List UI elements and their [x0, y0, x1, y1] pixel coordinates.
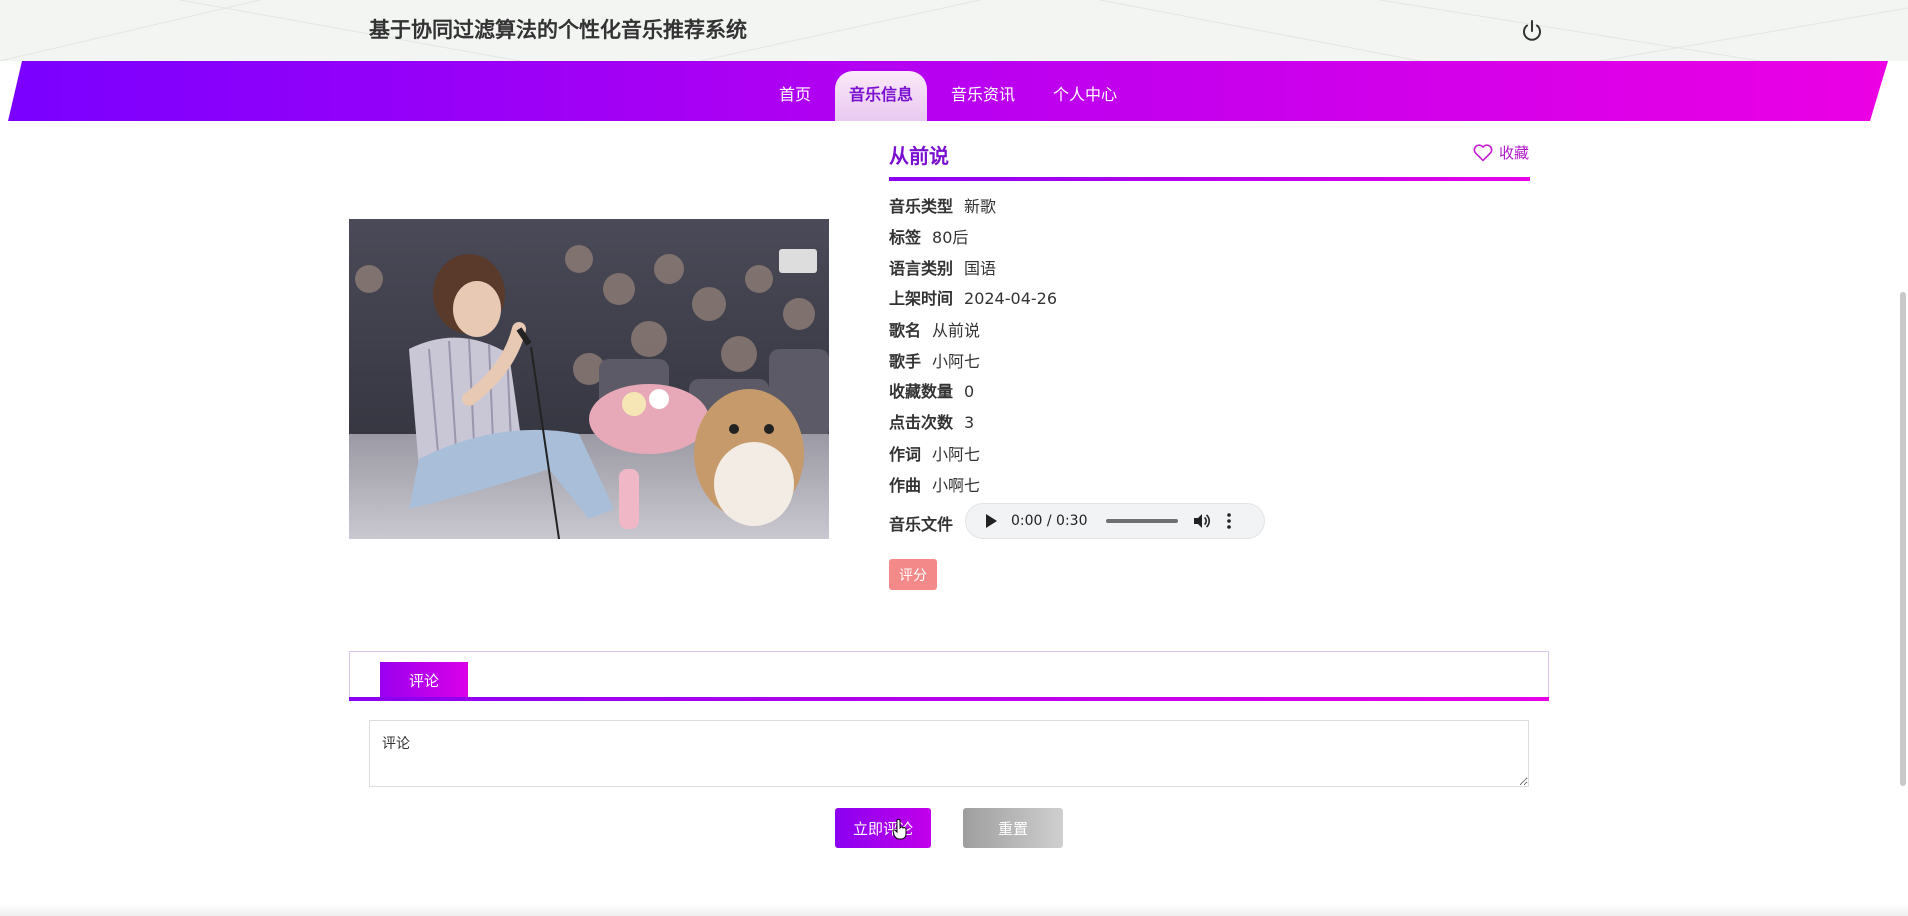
top-header: 基于协同过滤算法的个性化音乐推荐系统 — [0, 0, 1908, 61]
favorite-button[interactable]: 收藏 — [1473, 142, 1529, 163]
info-value: 新歌 — [964, 197, 997, 216]
heart-icon — [1473, 143, 1493, 161]
comment-divider — [349, 697, 1549, 701]
audio-file-label: 音乐文件 — [889, 515, 954, 534]
comment-tab-bar — [349, 651, 1549, 699]
nav-item-home[interactable]: 首页 — [765, 71, 825, 121]
cover-illustration — [349, 219, 829, 539]
nav-item-music-info[interactable]: 音乐信息 — [834, 71, 927, 121]
info-value: 80后 — [932, 228, 969, 247]
nav-item-label: 音乐资讯 — [951, 85, 1016, 104]
more-options-icon[interactable] — [1226, 512, 1232, 530]
site-title: 基于协同过滤算法的个性化音乐推荐系统 — [369, 18, 747, 42]
audio-time: 0:00 / 0:30 — [1011, 513, 1088, 529]
page-scrollbar[interactable] — [1900, 292, 1906, 786]
header-background — [0, 0, 1908, 61]
reset-button[interactable]: 重置 — [963, 808, 1063, 848]
favorite-label: 收藏 — [1499, 144, 1530, 162]
comment-input[interactable] — [369, 720, 1529, 787]
nav-item-personal-center[interactable]: 个人中心 — [1039, 71, 1131, 121]
tab-label: 评论 — [408, 671, 439, 690]
volume-icon[interactable] — [1192, 512, 1210, 530]
info-key: 语言类别 — [889, 259, 954, 278]
nav-item-label: 音乐信息 — [848, 85, 913, 104]
nav-items: 首页 音乐信息 音乐资讯 个人中心 — [8, 61, 1888, 121]
info-value: 3 — [964, 413, 975, 432]
main-nav: 首页 音乐信息 音乐资讯 个人中心 — [8, 61, 1888, 121]
play-icon[interactable] — [986, 514, 997, 528]
info-key: 音乐类型 — [889, 197, 954, 216]
info-row-lyricist: 作词 小阿七 — [889, 441, 980, 465]
info-row-tag: 标签 80后 — [889, 224, 968, 248]
info-row-release-date: 上架时间 2024-04-26 — [889, 285, 1057, 309]
audio-player[interactable]: 0:00 / 0:30 — [965, 503, 1265, 539]
rate-button[interactable]: 评分 — [889, 559, 937, 590]
info-value: 从前说 — [932, 321, 981, 340]
info-key: 歌手 — [889, 352, 922, 371]
info-value: 0 — [964, 382, 975, 401]
info-key: 歌名 — [889, 321, 922, 340]
info-row-singer: 歌手 小阿七 — [889, 348, 980, 372]
info-key: 点击次数 — [889, 413, 954, 432]
info-value: 小阿七 — [932, 352, 981, 371]
info-key: 收藏数量 — [889, 382, 954, 401]
audio-progress-track[interactable] — [1105, 519, 1178, 523]
hand-cursor-icon — [892, 818, 907, 840]
info-row-composer: 作曲 小啊七 — [889, 472, 980, 496]
info-key: 作词 — [889, 445, 922, 464]
nav-item-label: 首页 — [778, 85, 811, 104]
power-icon[interactable] — [1519, 18, 1545, 44]
info-key: 上架时间 — [889, 289, 954, 308]
info-key: 作曲 — [889, 476, 922, 495]
info-row-language: 语言类别 国语 — [889, 255, 996, 279]
info-row-music-type: 音乐类型 新歌 — [889, 193, 996, 217]
submit-comment-button[interactable]: 立即评论 — [835, 808, 931, 848]
music-cover-image — [349, 219, 829, 539]
info-row-click-count: 点击次数 3 — [889, 409, 974, 433]
info-row-song-name: 歌名 从前说 — [889, 317, 980, 341]
title-divider — [889, 177, 1530, 181]
info-key: 标签 — [889, 228, 922, 247]
page-footer-edge — [0, 905, 1908, 916]
info-value: 2024-04-26 — [964, 289, 1057, 308]
info-row-favorite-count: 收藏数量 0 — [889, 378, 974, 402]
info-value: 小阿七 — [932, 445, 981, 464]
info-value: 国语 — [964, 259, 997, 278]
tab-comments[interactable]: 评论 — [380, 662, 468, 698]
info-value: 小啊七 — [932, 476, 981, 495]
nav-item-label: 个人中心 — [1053, 85, 1118, 104]
nav-item-music-news[interactable]: 音乐资讯 — [937, 71, 1029, 121]
music-title: 从前说 — [889, 144, 949, 168]
